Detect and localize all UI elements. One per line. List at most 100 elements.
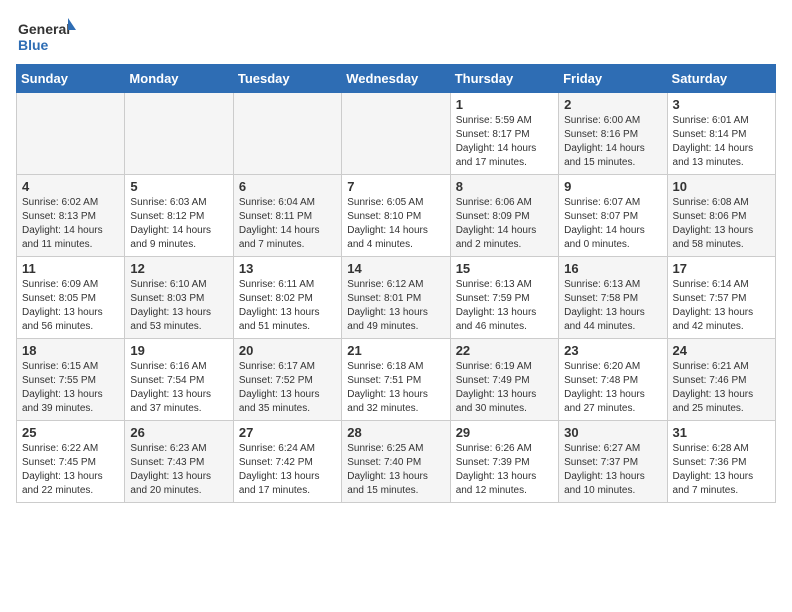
day-detail: Sunrise: 6:21 AM Sunset: 7:46 PM Dayligh… [673, 360, 770, 416]
calendar-cell: 6 Sunrise: 6:04 AM Sunset: 8:11 PM Daylig… [233, 175, 341, 257]
day-detail: Sunrise: 6:12 AM Sunset: 8:01 PM Dayligh… [347, 278, 444, 334]
day-detail: Sunrise: 6:22 AM Sunset: 7:45 PM Dayligh… [22, 442, 119, 498]
logo-svg: General Blue [16, 16, 76, 56]
day-number: 12 [130, 261, 227, 276]
calendar-cell: 3 Sunrise: 6:01 AM Sunset: 8:14 PM Daylig… [667, 93, 775, 175]
calendar-cell: 10 Sunrise: 6:08 AM Sunset: 8:06 PM Dayli… [667, 175, 775, 257]
day-detail: Sunrise: 6:15 AM Sunset: 7:55 PM Dayligh… [22, 360, 119, 416]
calendar-cell: 12 Sunrise: 6:10 AM Sunset: 8:03 PM Dayli… [125, 257, 233, 339]
calendar-cell: 22 Sunrise: 6:19 AM Sunset: 7:49 PM Dayli… [450, 339, 558, 421]
day-number: 15 [456, 261, 553, 276]
day-number: 26 [130, 425, 227, 440]
weekday-thursday: Thursday [450, 65, 558, 93]
day-number: 22 [456, 343, 553, 358]
weekday-tuesday: Tuesday [233, 65, 341, 93]
day-number: 27 [239, 425, 336, 440]
day-detail: Sunrise: 6:05 AM Sunset: 8:10 PM Dayligh… [347, 196, 444, 252]
calendar-header: SundayMondayTuesdayWednesdayThursdayFrid… [17, 65, 776, 93]
day-detail: Sunrise: 6:13 AM Sunset: 7:58 PM Dayligh… [564, 278, 661, 334]
day-number: 17 [673, 261, 770, 276]
day-number: 8 [456, 179, 553, 194]
calendar-cell: 1 Sunrise: 5:59 AM Sunset: 8:17 PM Daylig… [450, 93, 558, 175]
weekday-sunday: Sunday [17, 65, 125, 93]
calendar-week-2: 4 Sunrise: 6:02 AM Sunset: 8:13 PM Daylig… [17, 175, 776, 257]
day-detail: Sunrise: 6:16 AM Sunset: 7:54 PM Dayligh… [130, 360, 227, 416]
calendar-cell: 31 Sunrise: 6:28 AM Sunset: 7:36 PM Dayli… [667, 421, 775, 503]
svg-text:Blue: Blue [18, 37, 49, 53]
calendar-cell: 13 Sunrise: 6:11 AM Sunset: 8:02 PM Dayli… [233, 257, 341, 339]
weekday-monday: Monday [125, 65, 233, 93]
calendar-cell [233, 93, 341, 175]
calendar-cell [342, 93, 450, 175]
weekday-header-row: SundayMondayTuesdayWednesdayThursdayFrid… [17, 65, 776, 93]
day-number: 2 [564, 97, 661, 112]
calendar-cell: 23 Sunrise: 6:20 AM Sunset: 7:48 PM Dayli… [559, 339, 667, 421]
day-detail: Sunrise: 6:25 AM Sunset: 7:40 PM Dayligh… [347, 442, 444, 498]
day-detail: Sunrise: 6:00 AM Sunset: 8:16 PM Dayligh… [564, 114, 661, 170]
calendar-cell: 26 Sunrise: 6:23 AM Sunset: 7:43 PM Dayli… [125, 421, 233, 503]
day-detail: Sunrise: 6:02 AM Sunset: 8:13 PM Dayligh… [22, 196, 119, 252]
day-number: 5 [130, 179, 227, 194]
calendar-cell: 16 Sunrise: 6:13 AM Sunset: 7:58 PM Dayli… [559, 257, 667, 339]
calendar-week-4: 18Sunrise: 6:15 AM Sunset: 7:55 PM Dayli… [17, 339, 776, 421]
day-detail: Sunrise: 6:10 AM Sunset: 8:03 PM Dayligh… [130, 278, 227, 334]
calendar-cell: 28Sunrise: 6:25 AM Sunset: 7:40 PM Dayli… [342, 421, 450, 503]
day-detail: Sunrise: 6:01 AM Sunset: 8:14 PM Dayligh… [673, 114, 770, 170]
day-detail: Sunrise: 5:59 AM Sunset: 8:17 PM Dayligh… [456, 114, 553, 170]
day-detail: Sunrise: 6:14 AM Sunset: 7:57 PM Dayligh… [673, 278, 770, 334]
day-detail: Sunrise: 6:03 AM Sunset: 8:12 PM Dayligh… [130, 196, 227, 252]
day-number: 13 [239, 261, 336, 276]
day-number: 6 [239, 179, 336, 194]
day-number: 9 [564, 179, 661, 194]
day-detail: Sunrise: 6:28 AM Sunset: 7:36 PM Dayligh… [673, 442, 770, 498]
day-number: 30 [564, 425, 661, 440]
day-detail: Sunrise: 6:19 AM Sunset: 7:49 PM Dayligh… [456, 360, 553, 416]
day-detail: Sunrise: 6:06 AM Sunset: 8:09 PM Dayligh… [456, 196, 553, 252]
day-number: 14 [347, 261, 444, 276]
day-detail: Sunrise: 6:23 AM Sunset: 7:43 PM Dayligh… [130, 442, 227, 498]
day-number: 7 [347, 179, 444, 194]
day-number: 29 [456, 425, 553, 440]
day-detail: Sunrise: 6:04 AM Sunset: 8:11 PM Dayligh… [239, 196, 336, 252]
calendar-cell: 17 Sunrise: 6:14 AM Sunset: 7:57 PM Dayli… [667, 257, 775, 339]
day-detail: Sunrise: 6:18 AM Sunset: 7:51 PM Dayligh… [347, 360, 444, 416]
day-detail: Sunrise: 6:24 AM Sunset: 7:42 PM Dayligh… [239, 442, 336, 498]
day-detail: Sunrise: 6:08 AM Sunset: 8:06 PM Dayligh… [673, 196, 770, 252]
weekday-saturday: Saturday [667, 65, 775, 93]
day-number: 4 [22, 179, 119, 194]
calendar-week-3: 11Sunrise: 6:09 AM Sunset: 8:05 PM Dayli… [17, 257, 776, 339]
day-number: 25 [22, 425, 119, 440]
day-detail: Sunrise: 6:09 AM Sunset: 8:05 PM Dayligh… [22, 278, 119, 334]
calendar-cell: 15 Sunrise: 6:13 AM Sunset: 7:59 PM Dayli… [450, 257, 558, 339]
calendar-table: SundayMondayTuesdayWednesdayThursdayFrid… [16, 64, 776, 503]
day-number: 21 [347, 343, 444, 358]
calendar-cell: 9Sunrise: 6:07 AM Sunset: 8:07 PM Daylig… [559, 175, 667, 257]
calendar-cell: 4 Sunrise: 6:02 AM Sunset: 8:13 PM Daylig… [17, 175, 125, 257]
day-detail: Sunrise: 6:13 AM Sunset: 7:59 PM Dayligh… [456, 278, 553, 334]
day-number: 10 [673, 179, 770, 194]
calendar-cell: 29Sunrise: 6:26 AM Sunset: 7:39 PM Dayli… [450, 421, 558, 503]
svg-text:General: General [18, 21, 70, 37]
calendar-cell: 5 Sunrise: 6:03 AM Sunset: 8:12 PM Daylig… [125, 175, 233, 257]
calendar-cell [17, 93, 125, 175]
calendar-cell: 7 Sunrise: 6:05 AM Sunset: 8:10 PM Daylig… [342, 175, 450, 257]
calendar-cell: 14 Sunrise: 6:12 AM Sunset: 8:01 PM Dayli… [342, 257, 450, 339]
calendar-cell: 2 Sunrise: 6:00 AM Sunset: 8:16 PM Daylig… [559, 93, 667, 175]
day-number: 3 [673, 97, 770, 112]
day-number: 16 [564, 261, 661, 276]
day-detail: Sunrise: 6:20 AM Sunset: 7:48 PM Dayligh… [564, 360, 661, 416]
calendar-cell: 24 Sunrise: 6:21 AM Sunset: 7:46 PM Dayli… [667, 339, 775, 421]
calendar-cell: 11Sunrise: 6:09 AM Sunset: 8:05 PM Dayli… [17, 257, 125, 339]
day-detail: Sunrise: 6:17 AM Sunset: 7:52 PM Dayligh… [239, 360, 336, 416]
day-number: 24 [673, 343, 770, 358]
day-number: 23 [564, 343, 661, 358]
calendar-cell: 25 Sunrise: 6:22 AM Sunset: 7:45 PM Dayli… [17, 421, 125, 503]
day-detail: Sunrise: 6:27 AM Sunset: 7:37 PM Dayligh… [564, 442, 661, 498]
calendar-cell [125, 93, 233, 175]
day-number: 31 [673, 425, 770, 440]
day-number: 1 [456, 97, 553, 112]
calendar-week-1: 1 Sunrise: 5:59 AM Sunset: 8:17 PM Daylig… [17, 93, 776, 175]
day-detail: Sunrise: 6:11 AM Sunset: 8:02 PM Dayligh… [239, 278, 336, 334]
logo: General Blue [16, 16, 76, 56]
calendar-cell: 27 Sunrise: 6:24 AM Sunset: 7:42 PM Dayli… [233, 421, 341, 503]
